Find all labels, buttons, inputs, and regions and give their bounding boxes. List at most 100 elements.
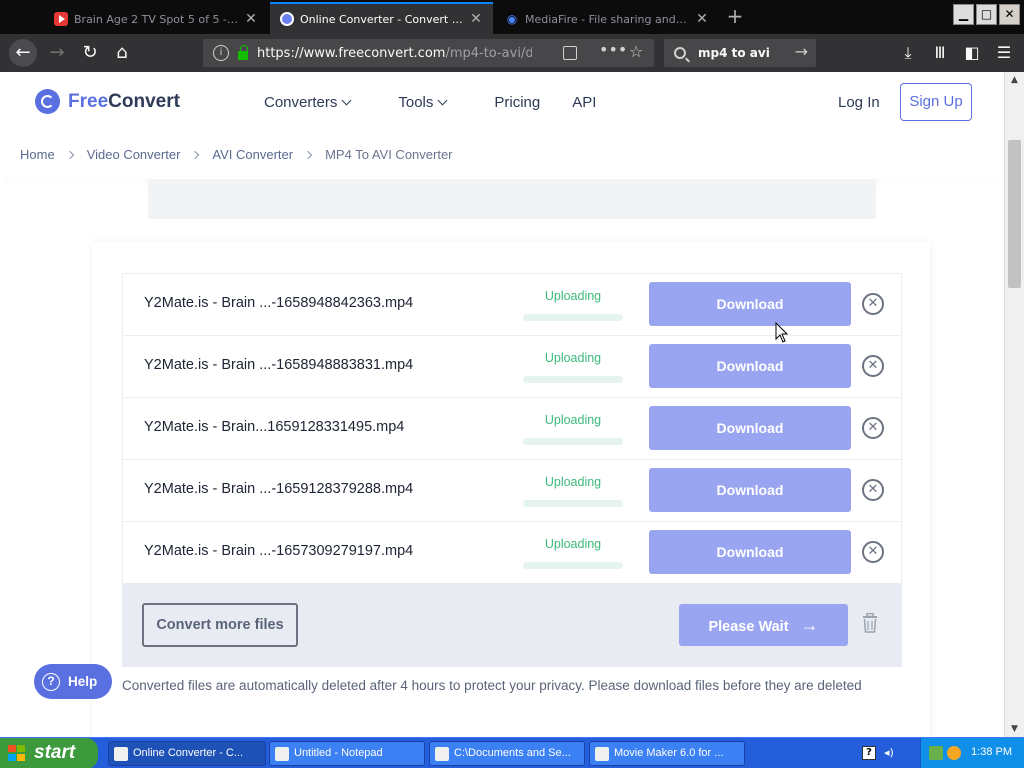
nav-tools[interactable]: Tools (398, 94, 448, 111)
info-icon[interactable]: i (213, 45, 229, 61)
tab-youtube[interactable]: Brain Age 2 TV Spot 5 of 5 - YouT ✕ (44, 4, 268, 34)
close-tab-icon[interactable]: ✕ (469, 11, 483, 27)
chevron-right-icon (191, 150, 200, 159)
trash-icon[interactable] (862, 613, 878, 633)
tab-mediafire[interactable]: ◉ MediaFire - File sharing and stora ✕ (495, 4, 719, 34)
upload-status: Uploading (544, 289, 602, 303)
upload-progress-bar (523, 376, 623, 383)
speaker-icon[interactable]: ◂) (884, 746, 898, 760)
download-button[interactable]: Download (649, 406, 851, 450)
search-bar[interactable]: mp4 to avi → (664, 39, 816, 67)
task-label: Untitled - Notepad (294, 747, 383, 759)
reload-icon[interactable]: ↻ (76, 39, 104, 67)
download-button[interactable]: Download (649, 344, 851, 388)
nav-api[interactable]: API (572, 94, 596, 111)
forward-icon[interactable]: → (43, 39, 71, 67)
upload-status: Uploading (544, 475, 602, 489)
chevron-down-icon (437, 95, 448, 106)
arrow-right-icon: → (800, 615, 819, 635)
close-tab-icon[interactable]: ✕ (244, 11, 258, 27)
taskbar-item-moviemaker[interactable]: Movie Maker 6.0 for ... (589, 741, 745, 766)
task-label: Online Converter - C... (133, 747, 244, 759)
convert-more-button[interactable]: Convert more files (142, 603, 298, 647)
taskbar-item-explorer[interactable]: C:\Documents and Se... (429, 741, 585, 766)
nav-converters[interactable]: Converters (264, 94, 352, 111)
breadcrumb-video-converter[interactable]: Video Converter (87, 147, 181, 162)
downloads-icon[interactable]: ⤓ (894, 39, 922, 67)
signup-button[interactable]: Sign Up (900, 83, 972, 121)
browser-toolbar: ← → ↻ ⌂ i https://www.freeconvert.com/mp… (0, 34, 1024, 72)
taskbar-item-notepad[interactable]: Untitled - Notepad (269, 741, 425, 766)
file-row: Y2Mate.is - Brain...1659128331495.mp4 Up… (123, 398, 901, 460)
help-tray-icon[interactable]: ? (862, 746, 876, 760)
download-button[interactable]: Download (649, 468, 851, 512)
file-row: Y2Mate.is - Brain ...-1659128379288.mp4 … (123, 460, 901, 522)
remove-file-icon[interactable]: ✕ (862, 293, 884, 315)
file-name: Y2Mate.is - Brain ...-1658948883831.mp4 (144, 357, 414, 373)
please-wait-label: Please Wait (708, 619, 789, 635)
please-wait-button[interactable]: Please Wait → (679, 604, 848, 646)
address-bar[interactable]: i https://www.freeconvert.com/mp4-to-avi… (203, 39, 654, 67)
nav-tools-label: Tools (398, 94, 434, 111)
file-name: Y2Mate.is - Brain...1659128331495.mp4 (144, 419, 405, 435)
question-icon: ? (42, 673, 60, 692)
nav-pricing[interactable]: Pricing (494, 94, 540, 111)
upload-status: Uploading (544, 351, 602, 365)
remove-file-icon[interactable]: ✕ (862, 479, 884, 501)
url-text: https://www.freeconvert.com/mp4-to-avi/d… (257, 46, 532, 61)
download-button[interactable]: Download (649, 530, 851, 574)
page-actions-icon[interactable]: ••• (599, 40, 627, 59)
new-tab-icon[interactable]: + (724, 6, 746, 28)
back-icon[interactable]: ← (9, 39, 37, 67)
login-link[interactable]: Log In (838, 94, 880, 111)
upload-progress-bar (523, 562, 623, 569)
tab-freeconvert[interactable]: Online Converter - Convert Image ✕ (270, 2, 493, 34)
remove-file-icon[interactable]: ✕ (862, 417, 884, 439)
breadcrumb-home[interactable]: Home (20, 147, 55, 162)
home-icon[interactable]: ⌂ (108, 39, 136, 67)
start-button[interactable]: start (0, 738, 98, 768)
lock-icon (238, 44, 248, 60)
close-tab-icon[interactable]: ✕ (695, 11, 709, 27)
remove-file-icon[interactable]: ✕ (862, 355, 884, 377)
minimize-icon[interactable]: ▁ (953, 4, 974, 25)
browser-tab-bar: Brain Age 2 TV Spot 5 of 5 - YouT ✕ Onli… (0, 0, 1024, 34)
main-nav: Converters Tools Pricing API (264, 94, 644, 111)
search-tray-icon[interactable] (947, 746, 961, 760)
nav-converters-label: Converters (264, 94, 338, 111)
chevron-down-icon (341, 95, 352, 106)
bookmark-star-icon[interactable]: ☆ (629, 42, 643, 61)
freeconvert-logo[interactable]: FreeConvert (35, 89, 180, 114)
site-header: FreeConvert Converters Tools Pricing API… (0, 72, 1004, 134)
download-button[interactable]: Download (649, 282, 851, 326)
scroll-thumb[interactable] (1008, 140, 1021, 288)
library-icon[interactable]: Ⅲ (926, 39, 954, 67)
firefox-icon (114, 747, 128, 761)
page-scrollbar[interactable]: ▲ ▼ (1004, 72, 1024, 737)
taskbar-item-browser[interactable]: Online Converter - C... (108, 741, 266, 766)
windows-flag-icon (8, 745, 26, 762)
menu-icon[interactable]: ☰ (990, 39, 1018, 67)
upload-status: Uploading (544, 537, 602, 551)
maximize-icon[interactable]: □ (976, 4, 997, 25)
network-icon[interactable] (929, 746, 943, 760)
scroll-down-icon[interactable]: ▼ (1005, 721, 1024, 737)
sidebar-icon[interactable]: ◧ (958, 39, 986, 67)
logo-text: FreeConvert (68, 91, 180, 113)
upload-status: Uploading (544, 413, 602, 427)
reader-view-icon[interactable] (563, 46, 577, 60)
help-button[interactable]: ? Help (34, 664, 112, 699)
logo-text-convert: Convert (108, 90, 180, 112)
scroll-up-icon[interactable]: ▲ (1005, 72, 1024, 88)
zip-folder-icon (435, 747, 449, 761)
system-tray: 1:38 PM (920, 738, 1024, 768)
url-host: https://www.freeconvert.com (257, 45, 446, 61)
search-go-icon[interactable]: → (795, 42, 808, 61)
file-name: Y2Mate.is - Brain ...-165730927919​7.mp4 (144, 543, 414, 559)
privacy-note: Converted files are automatically delete… (122, 678, 862, 693)
movie-maker-icon (595, 747, 609, 761)
remove-file-icon[interactable]: ✕ (862, 541, 884, 563)
breadcrumb-avi-converter[interactable]: AVI Converter (212, 147, 293, 162)
close-window-icon[interactable]: ✕ (999, 4, 1020, 25)
search-input[interactable]: mp4 to avi (698, 46, 770, 60)
